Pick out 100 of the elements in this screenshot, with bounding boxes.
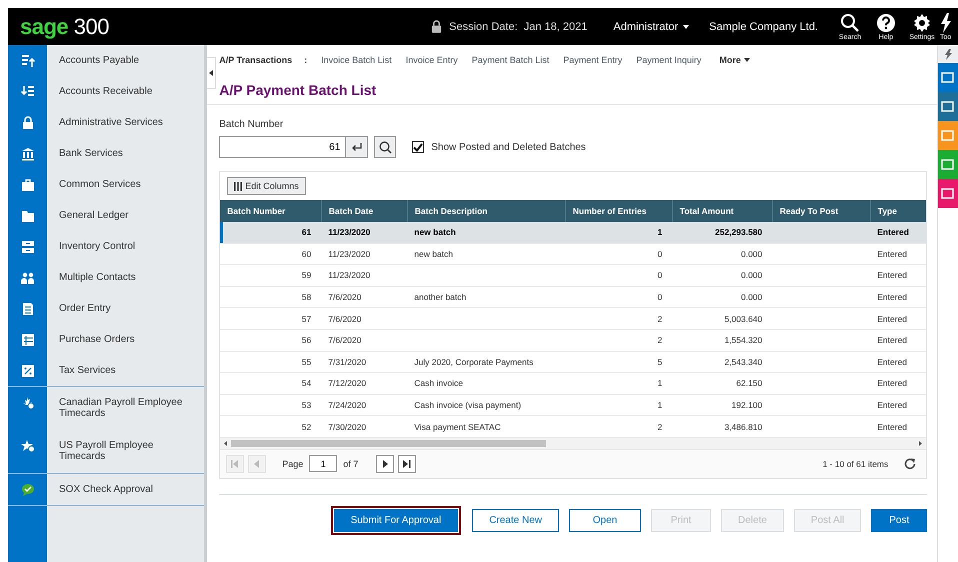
- lightning-icon: [944, 48, 952, 60]
- checkbox[interactable]: [412, 141, 424, 153]
- sidebar-item[interactable]: Multiple Contacts: [8, 262, 204, 293]
- column-header[interactable]: Batch Date: [321, 200, 408, 222]
- batch-number-field[interactable]: 61: [219, 136, 346, 158]
- sidebar-item[interactable]: Bank Services: [8, 138, 204, 169]
- table-cell: Entered: [877, 248, 908, 259]
- sidebar-item[interactable]: US Payroll Employee Timecards: [8, 430, 204, 473]
- sidebar-item[interactable]: Canadian Payroll Employee Timecards: [8, 387, 204, 430]
- table-cell: another batch: [414, 292, 466, 302]
- table-cell: 0: [658, 248, 662, 259]
- table-row[interactable]: 53 7/24/2020 Cash invoice (visa payment) 1 192.100 Entered: [220, 394, 926, 416]
- table-row[interactable]: 54 7/12/2020 Cash invoice 1 62.150 Entered: [220, 372, 926, 394]
- table-cell: Cash invoice (visa payment): [414, 400, 522, 410]
- table-cell: Entered: [877, 270, 908, 280]
- caret-icon: [683, 24, 690, 28]
- column-header[interactable]: Batch Description: [407, 200, 566, 222]
- sidebar-item[interactable]: Administrative Services: [8, 107, 204, 138]
- lock-icon: [431, 20, 442, 33]
- action-button[interactable]: Post: [871, 508, 928, 532]
- table-row[interactable]: 59 11/23/2020 0 0.000 Entered: [220, 264, 926, 286]
- table-row[interactable]: 57 7/6/2020 2 5,003.640 Entered: [220, 308, 926, 330]
- collapse-toggle[interactable]: [207, 57, 216, 89]
- table-cell: Entered: [877, 335, 908, 346]
- logo: sage 300: [20, 14, 109, 40]
- page-field[interactable]: 1: [309, 455, 338, 472]
- contacts-icon: [20, 271, 34, 285]
- enter-icon: [350, 142, 363, 152]
- last-page-button[interactable]: [398, 454, 416, 473]
- column-header[interactable]: Batch Number: [220, 200, 322, 222]
- breadcrumb-link[interactable]: Payment Batch List: [472, 55, 550, 65]
- action-button[interactable]: Submit For Approval: [334, 508, 458, 532]
- sidebar-item[interactable]: Purchase Orders: [8, 324, 204, 355]
- table-cell: Entered: [877, 227, 909, 238]
- table-cell: 2: [658, 335, 662, 346]
- lightning-tool[interactable]: [938, 45, 958, 63]
- table-cell: 1: [658, 378, 662, 388]
- breadcrumb-link[interactable]: Invoice Entry: [406, 55, 458, 65]
- breadcrumb-link[interactable]: Payment Entry: [563, 55, 622, 65]
- sidebar-item[interactable]: Inventory Control: [8, 231, 204, 262]
- refresh-icon[interactable]: [904, 458, 916, 470]
- more-menu[interactable]: More: [719, 55, 741, 65]
- table-row[interactable]: 56 7/6/2020 2 1,554.320 Entered: [220, 329, 926, 352]
- star-icon: [20, 439, 34, 453]
- first-page-icon: [231, 460, 240, 468]
- scroll-right-icon[interactable]: [919, 440, 922, 446]
- field-label: Batch Number: [219, 119, 284, 130]
- table-row[interactable]: 52 7/30/2020 Visa payment SEATAC 2 3,486.810 Entered: [220, 416, 926, 438]
- sidebar-item[interactable]: Accounts Receivable: [8, 76, 204, 107]
- table-cell: 7/6/2020: [328, 314, 362, 324]
- table-row[interactable]: 61 11/23/2020 new batch 1 252,293.580 Entered: [220, 222, 926, 244]
- side-tool-button[interactable]: [938, 179, 958, 208]
- table-cell: Entered: [877, 314, 908, 324]
- table-row[interactable]: 55 7/31/2020 July 2020, Corporate Payments 5 2,543.340 Entered: [220, 351, 926, 373]
- column-header[interactable]: Ready To Post: [772, 200, 870, 222]
- breadcrumb-separator: :: [304, 55, 308, 65]
- sidebar-item[interactable]: SOX Check Approval: [8, 474, 204, 505]
- table-row[interactable]: 58 7/6/2020 another batch 0 0.000 Entered: [220, 286, 926, 308]
- table-cell: Entered: [877, 422, 908, 432]
- table-cell: 52: [302, 422, 312, 432]
- column-header[interactable]: Total Amount: [672, 200, 772, 222]
- table-cell: new batch: [414, 227, 456, 238]
- table-row[interactable]: 60 11/23/2020 new batch 0 0.000 Entered: [220, 243, 926, 265]
- user-menu[interactable]: Administrator: [613, 20, 678, 32]
- enter-button[interactable]: [346, 136, 368, 158]
- settings-icon: [912, 12, 932, 32]
- collapse-arrow-icon: [209, 70, 214, 76]
- side-tool-button[interactable]: [938, 63, 958, 92]
- side-tool-button[interactable]: [938, 92, 958, 121]
- percent-icon: [20, 364, 34, 378]
- search-button[interactable]: [374, 136, 396, 158]
- table-cell: 2: [658, 314, 662, 324]
- table-cell: 3,486.810: [724, 422, 762, 432]
- side-tool-button[interactable]: [938, 150, 958, 179]
- table-cell: 60: [302, 248, 312, 259]
- sidebar-item[interactable]: Common Services: [8, 169, 204, 200]
- action-button[interactable]: Create New: [472, 508, 559, 532]
- next-page-button[interactable]: [376, 454, 394, 473]
- table-cell: 53: [302, 400, 312, 410]
- help-icon: [876, 12, 896, 32]
- edit-columns-button[interactable]: Edit Columns: [227, 177, 306, 195]
- breadcrumb-link[interactable]: Payment Inquiry: [636, 55, 702, 65]
- table-cell: Entered: [877, 400, 908, 410]
- table-cell: 7/6/2020: [328, 335, 362, 346]
- sidebar-item[interactable]: Tax Services: [8, 355, 204, 386]
- page-count: of 7: [343, 458, 358, 469]
- table-cell: 11/23/2020: [328, 248, 370, 259]
- horizontal-scrollbar[interactable]: [220, 438, 926, 449]
- sidebar-item[interactable]: Accounts Payable: [8, 45, 204, 76]
- scroll-left-icon[interactable]: [224, 440, 228, 446]
- sidebar-item[interactable]: General Ledger: [8, 200, 204, 231]
- table-cell: 11/23/2020: [328, 227, 370, 238]
- table-cell: new batch: [414, 248, 454, 259]
- column-header[interactable]: Type: [870, 200, 926, 222]
- breadcrumb-link[interactable]: Invoice Batch List: [321, 55, 392, 65]
- briefcase-icon: [20, 178, 34, 192]
- column-header[interactable]: Number of Entries: [565, 200, 672, 222]
- action-button[interactable]: Open: [569, 508, 641, 532]
- table-cell: 1: [658, 227, 662, 238]
- sidebar-item[interactable]: Order Entry: [8, 293, 204, 324]
